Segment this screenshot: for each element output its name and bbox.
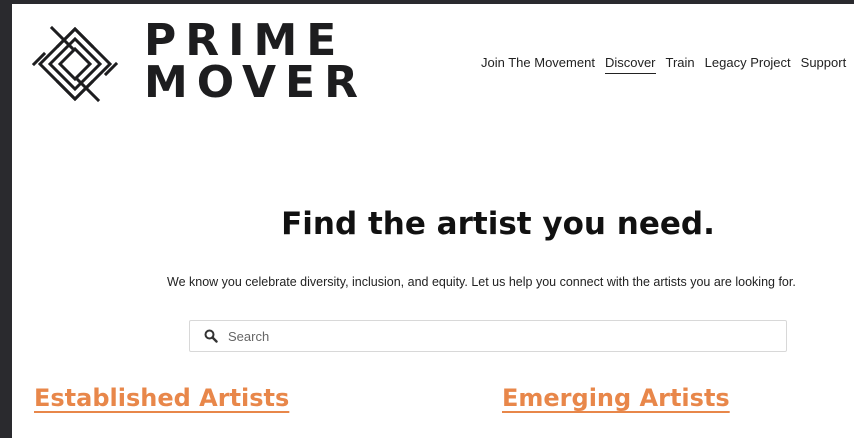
search-input[interactable] xyxy=(226,327,786,345)
main-nav: Join The Movement Discover Train Legacy … xyxy=(481,55,846,74)
page-title: Find the artist you need. xyxy=(281,206,715,242)
prime-mover-logo-icon xyxy=(32,25,118,103)
site-logo[interactable]: PRIME MOVER xyxy=(32,19,358,108)
search-box[interactable] xyxy=(189,320,787,352)
nav-item-discover[interactable]: Discover xyxy=(604,55,656,74)
nav-item-support[interactable]: Support xyxy=(801,55,847,74)
page-subtitle: We know you celebrate diversity, inclusi… xyxy=(167,275,796,289)
nav-item-train[interactable]: Train xyxy=(666,55,695,74)
logo-line-1: PRIME xyxy=(144,15,346,66)
established-artists-link[interactable]: Established Artists xyxy=(34,384,289,412)
nav-item-join[interactable]: Join The Movement xyxy=(481,55,595,74)
nav-item-legacy-project[interactable]: Legacy Project xyxy=(705,55,791,74)
page: PRIME MOVER Join The Movement Discover T… xyxy=(12,4,854,438)
logo-wordmark: PRIME MOVER xyxy=(144,15,367,108)
logo-line-2: MOVER xyxy=(144,57,367,108)
emerging-artists-link[interactable]: Emerging Artists xyxy=(502,384,730,412)
search-icon xyxy=(204,329,218,343)
